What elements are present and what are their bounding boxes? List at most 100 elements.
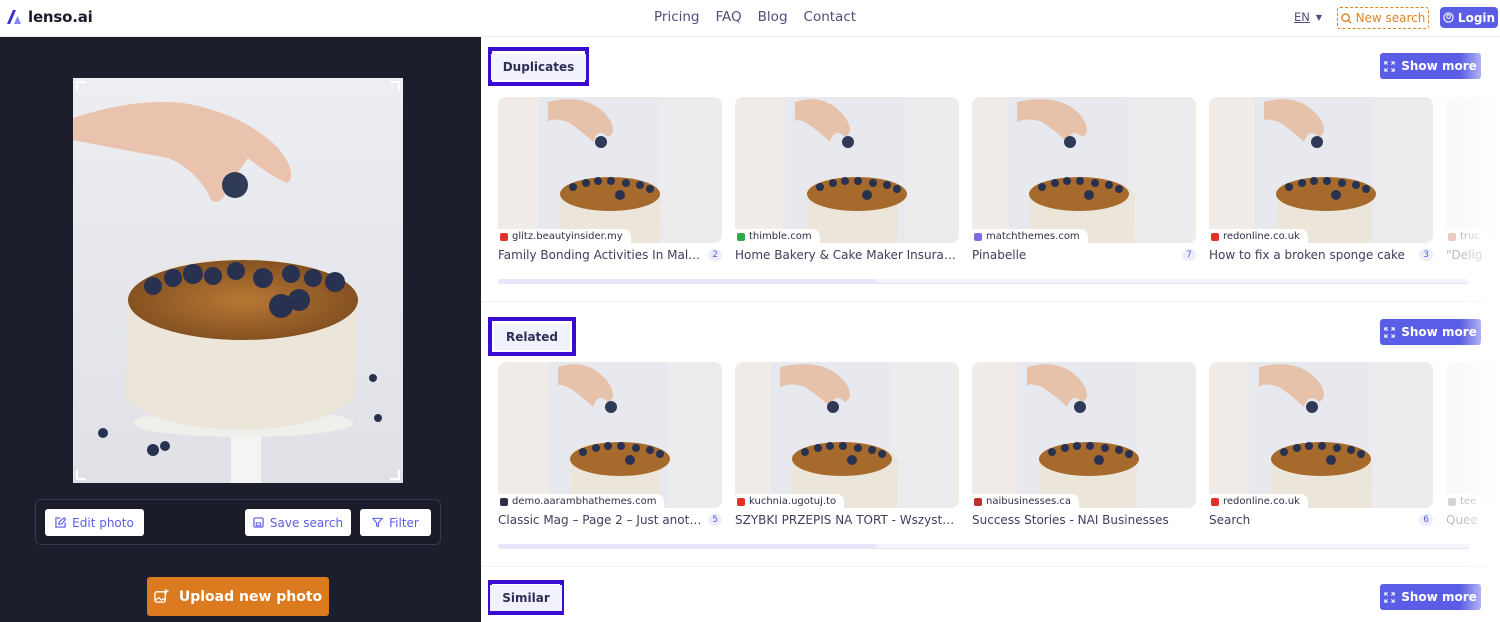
result-thumbnail[interactable]: naibusinesses.ca [972, 362, 1196, 508]
result-thumbnail[interactable]: demo.aarambhathemes.com [498, 362, 722, 508]
result-card[interactable]: redonline.co.uk How to fix a broken spon… [1209, 97, 1433, 262]
result-thumbnail[interactable]: tee [1446, 362, 1500, 508]
crop-corner-icon[interactable] [390, 470, 400, 480]
result-title-row[interactable]: Home Bakery & Cake Maker Insurance | ... [735, 248, 959, 262]
filter-button[interactable]: Filter [360, 509, 431, 536]
result-thumbnail-image [498, 362, 722, 508]
expand-icon [1384, 60, 1395, 72]
filter-label: Filter [389, 515, 419, 530]
show-more-button[interactable]: Show more [1380, 53, 1481, 79]
result-thumbnail[interactable]: kuchnia.ugotuj.to [735, 362, 959, 508]
result-title: Quee [1446, 513, 1478, 527]
result-thumbnail[interactable]: redonline.co.uk [1209, 362, 1433, 508]
site-favicon-icon [500, 497, 508, 506]
source-domain: glitz.beautyinsider.my [512, 231, 623, 242]
match-count-badge: 5 [708, 514, 722, 526]
show-more-button[interactable]: Show more [1380, 319, 1481, 345]
login-button[interactable]: Login [1440, 7, 1498, 28]
result-title-row[interactable]: Family Bonding Activities In Malaysia ..… [498, 248, 722, 262]
image-plus-icon [154, 589, 169, 603]
result-thumbnail-image [498, 97, 722, 243]
result-card[interactable]: demo.aarambhathemes.com Classic Mag – Pa… [498, 362, 722, 527]
new-search-button[interactable]: New search [1337, 7, 1429, 29]
scrollbar-thumb[interactable] [498, 544, 878, 549]
result-source[interactable]: matchthemes.com [972, 229, 1088, 243]
result-source[interactable]: truc [1446, 229, 1488, 243]
site-favicon-icon [974, 232, 982, 241]
main-nav: Pricing FAQ Blog Contact [654, 9, 856, 25]
crop-corner-icon[interactable] [76, 470, 86, 480]
source-domain: redonline.co.uk [1223, 231, 1300, 242]
result-card[interactable]: tee Quee [1446, 362, 1500, 527]
result-title-row[interactable]: SZYBKI PRZEPIS NA TORT - Wszystko o g... [735, 513, 959, 527]
result-title-row[interactable]: "Delig [1446, 248, 1500, 262]
nav-pricing[interactable]: Pricing [654, 9, 700, 25]
result-thumbnail[interactable]: glitz.beautyinsider.my [498, 97, 722, 243]
result-source[interactable]: thimble.com [735, 229, 820, 243]
match-count-badge: 7 [1182, 249, 1196, 261]
result-title: Home Bakery & Cake Maker Insurance | ... [735, 248, 959, 262]
upload-new-photo-button[interactable]: Upload new photo [147, 577, 329, 616]
crop-corner-icon[interactable] [76, 81, 86, 91]
horizontal-scrollbar[interactable] [498, 279, 1470, 284]
result-thumbnail[interactable]: thimble.com [735, 97, 959, 243]
result-title: Success Stories - NAI Businesses [972, 513, 1169, 527]
site-favicon-icon [500, 232, 508, 241]
cake-photo-image [73, 78, 403, 483]
section-related: Related Show more demo.aarambhathemes.co… [481, 302, 1500, 567]
source-domain: demo.aarambhathemes.com [512, 496, 657, 507]
section-title: Similar [488, 580, 564, 615]
scrollbar-thumb[interactable] [498, 279, 878, 284]
edit-photo-button[interactable]: Edit photo [45, 509, 144, 536]
source-domain: kuchnia.ugotuj.to [749, 496, 837, 507]
result-card[interactable]: truc "Delig [1446, 97, 1500, 262]
results-panel: Duplicates Show more glitz.beautyinsider… [481, 37, 1500, 622]
uploaded-photo-panel: Edit photo Save search Filter Upload new… [0, 37, 481, 622]
search-icon [1340, 12, 1352, 24]
result-card[interactable]: kuchnia.ugotuj.to SZYBKI PRZEPIS NA TORT… [735, 362, 959, 527]
result-title-row[interactable]: Pinabelle 7 [972, 248, 1196, 262]
result-card[interactable]: thimble.com Home Bakery & Cake Maker Ins… [735, 97, 959, 262]
site-favicon-icon [1211, 232, 1219, 241]
result-thumbnail[interactable]: matchthemes.com [972, 97, 1196, 243]
source-domain: thimble.com [749, 231, 812, 242]
nav-contact[interactable]: Contact [804, 9, 857, 25]
result-thumbnail[interactable]: redonline.co.uk [1209, 97, 1433, 243]
uploaded-photo [73, 78, 403, 483]
new-search-label: New search [1355, 11, 1426, 25]
result-title-row[interactable]: Quee [1446, 513, 1500, 527]
save-search-label: Save search [269, 515, 344, 530]
expand-icon [1384, 591, 1395, 603]
result-card[interactable]: matchthemes.com Pinabelle 7 [972, 97, 1196, 262]
result-title-row[interactable]: How to fix a broken sponge cake 3 [1209, 248, 1433, 262]
result-source[interactable]: glitz.beautyinsider.my [498, 229, 631, 243]
nav-faq[interactable]: FAQ [716, 9, 742, 25]
result-source[interactable]: redonline.co.uk [1209, 494, 1308, 508]
result-source[interactable]: tee [1446, 494, 1485, 508]
match-count-badge: 2 [708, 249, 722, 261]
show-more-button[interactable]: Show more [1380, 584, 1481, 610]
result-source[interactable]: demo.aarambhathemes.com [498, 494, 665, 508]
crop-corner-icon[interactable] [390, 81, 400, 91]
language-selector[interactable]: EN ▼ [1294, 10, 1322, 24]
nav-blog[interactable]: Blog [758, 9, 788, 25]
result-card[interactable]: glitz.beautyinsider.my Family Bonding Ac… [498, 97, 722, 262]
result-title-row[interactable]: Success Stories - NAI Businesses [972, 513, 1196, 527]
result-thumbnail[interactable]: truc [1446, 97, 1500, 243]
result-source[interactable]: kuchnia.ugotuj.to [735, 494, 845, 508]
logo[interactable]: lenso.ai [7, 8, 93, 26]
result-card[interactable]: naibusinesses.ca Success Stories - NAI B… [972, 362, 1196, 527]
horizontal-scrollbar[interactable] [498, 544, 1470, 549]
result-title-row[interactable]: Search 6 [1209, 513, 1433, 527]
photo-toolbar: Edit photo Save search Filter [35, 499, 441, 545]
result-thumbnail-image [1209, 97, 1433, 243]
result-card[interactable]: redonline.co.uk Search 6 [1209, 362, 1433, 527]
upload-label: Upload new photo [178, 588, 323, 605]
lenso-logo-icon [7, 10, 21, 24]
result-title: SZYBKI PRZEPIS NA TORT - Wszystko o g... [735, 513, 959, 527]
save-search-button[interactable]: Save search [245, 509, 351, 536]
result-title: Classic Mag – Page 2 – Just another B... [498, 513, 702, 527]
result-source[interactable]: redonline.co.uk [1209, 229, 1308, 243]
result-source[interactable]: naibusinesses.ca [972, 494, 1079, 508]
result-title-row[interactable]: Classic Mag – Page 2 – Just another B...… [498, 513, 722, 527]
